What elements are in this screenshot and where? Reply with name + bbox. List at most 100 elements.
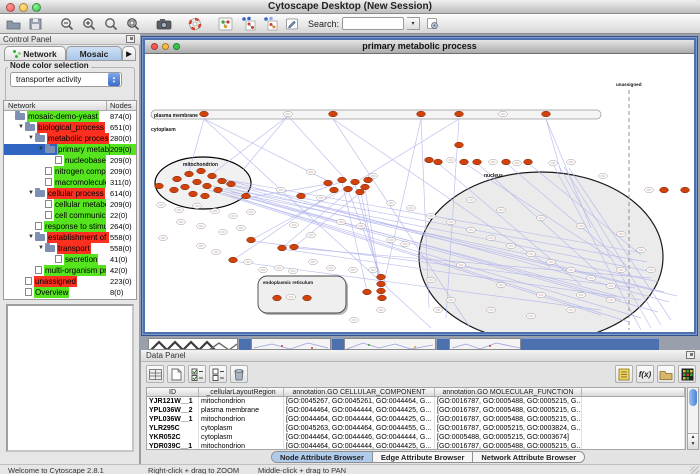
network-edge[interactable] [243, 116, 288, 170]
network-node-highlighted[interactable] [378, 295, 387, 301]
snapshot-camera-button[interactable] [154, 15, 173, 32]
network-node-highlighted[interactable] [181, 184, 190, 190]
table-cell[interactable]: YJR121W__1 [147, 397, 199, 406]
birds-eye-view[interactable] [6, 304, 134, 452]
table-cell[interactable] [582, 442, 685, 450]
network-node-highlighted[interactable] [155, 183, 164, 189]
network-tree-header[interactable]: Network Nodes [4, 101, 136, 111]
table-row[interactable]: YPL036W__1mitochondrion[GO:0044464, GO:0… [147, 415, 685, 424]
tree-row[interactable]: macromolecule metabolic process311(0) [4, 177, 136, 188]
table-cell[interactable] [582, 424, 685, 433]
tree-item-label[interactable]: transport [57, 243, 91, 254]
table-cell[interactable] [582, 406, 685, 415]
tab-node-attribute-browser[interactable]: Node Attribute Browser [272, 452, 373, 462]
network-node-highlighted[interactable] [189, 191, 198, 197]
tree-row[interactable]: Overview8(0) [4, 287, 136, 298]
network-node-highlighted[interactable] [324, 180, 333, 186]
table-cell[interactable]: [GO:0044464, GO:0044444, GO:0044425, G..… [284, 415, 435, 424]
annotation-button[interactable] [282, 15, 301, 32]
network-node-highlighted[interactable] [377, 274, 386, 280]
table-cell[interactable]: plasma membrane [199, 406, 284, 415]
tab-overflow-arrow[interactable]: ▶ [122, 46, 136, 61]
network-node-highlighted[interactable] [193, 179, 202, 185]
tree-row[interactable]: multi-organism process42(0) [4, 265, 136, 276]
table-cell[interactable]: mitochondrion [199, 442, 284, 450]
table-cell[interactable]: [GO:0044464, GO:0044444, GO:0044425, G..… [284, 406, 435, 415]
tree-row[interactable]: cell communication22(0) [4, 210, 136, 221]
search-input[interactable] [342, 17, 404, 30]
network-node-highlighted[interactable] [460, 159, 469, 165]
network-edge[interactable] [212, 116, 288, 174]
network-node-highlighted[interactable] [278, 245, 287, 251]
network-node-highlighted[interactable] [214, 187, 223, 193]
table-row[interactable]: YPL036W__2plasma membrane[GO:0044464, GO… [147, 406, 685, 415]
tree-item-label[interactable]: biological_process [37, 122, 105, 133]
table-cell[interactable]: YKR052C [147, 433, 199, 442]
table-cell[interactable]: cytoplasm [199, 424, 284, 433]
table-cell[interactable]: [GO:0016787, GO:0005488, GO:0005215, G..… [435, 397, 582, 406]
background-window-border[interactable] [521, 338, 659, 350]
scrollbar-thumb[interactable] [689, 389, 697, 406]
background-window-1[interactable] [148, 338, 238, 350]
network-node-highlighted[interactable] [203, 183, 212, 189]
tree-item-label[interactable]: primary metabolic process [57, 144, 109, 155]
layout-network-b-button[interactable] [260, 15, 279, 32]
network-node-highlighted[interactable] [473, 159, 482, 165]
tree-row[interactable]: ▼cellular process614(0) [4, 188, 136, 199]
table-cell[interactable]: [GO:0005488, GO:0005215, GO:0003674] [435, 433, 582, 442]
network-node-highlighted[interactable] [524, 159, 533, 165]
background-window-3[interactable] [344, 338, 436, 350]
network-node-highlighted[interactable] [330, 187, 339, 193]
tree-item-label[interactable]: multi-organism process [44, 265, 106, 276]
background-window-border[interactable] [437, 338, 449, 350]
network-node-highlighted[interactable] [361, 184, 370, 190]
network-node-highlighted[interactable] [502, 159, 511, 165]
table-cell[interactable] [582, 415, 685, 424]
zoom-selected-button[interactable] [101, 15, 120, 32]
tree-item-label[interactable]: response to stimulus [44, 221, 106, 232]
column-header[interactable]: annotation.GO CELLULAR_COMPONENT [284, 388, 435, 396]
network-node-highlighted[interactable] [344, 186, 353, 192]
table-cell[interactable] [582, 433, 685, 442]
network-overview-button[interactable] [216, 15, 235, 32]
network-node-highlighted[interactable] [364, 177, 373, 183]
search-dropdown-icon[interactable]: ▾ [407, 17, 420, 30]
tree-item-label[interactable]: macromolecule metabolic process [54, 177, 106, 188]
network-node-highlighted[interactable] [434, 159, 443, 165]
tree-row[interactable]: ▼metabolic process280(0) [4, 133, 136, 144]
table-cell[interactable]: cytoplasm [199, 433, 284, 442]
open-session-button[interactable] [4, 15, 23, 32]
network-node-highlighted[interactable] [173, 176, 182, 182]
tree-item-label[interactable]: metabolic process [47, 133, 109, 144]
network-node-highlighted[interactable] [242, 193, 251, 199]
network-node-highlighted[interactable] [290, 244, 299, 250]
network-edge[interactable] [355, 184, 381, 283]
network-node-highlighted[interactable] [303, 295, 312, 301]
delete-attribute-button[interactable] [230, 365, 248, 383]
layout-network-a-button[interactable] [238, 15, 257, 32]
table-scrollbar[interactable]: ▲▼ [687, 387, 699, 450]
table-row[interactable]: YLR295Ccytoplasm[GO:0045263, GO:0044464,… [147, 424, 685, 433]
network-node-highlighted[interactable] [356, 189, 365, 195]
new-attribute-button[interactable] [167, 365, 185, 383]
resize-grip[interactable] [690, 466, 699, 474]
network-node-highlighted[interactable] [197, 168, 206, 174]
expander-icon[interactable]: ▼ [27, 188, 35, 199]
network-node-highlighted[interactable] [273, 295, 282, 301]
table-cell[interactable]: [GO:0016787, GO:0005215, GO:0003824, G..… [435, 424, 582, 433]
tree-row[interactable]: mosaic-demo-yeast874(0) [4, 111, 136, 122]
network-node-highlighted[interactable] [363, 289, 372, 295]
expander-icon[interactable]: ▼ [27, 232, 35, 243]
tree-row[interactable]: unassigned223(0) [4, 276, 136, 287]
table-cell[interactable]: YPL036W__1 [147, 415, 199, 424]
network-node-highlighted[interactable] [377, 281, 386, 287]
network-view-frame[interactable]: primary metabolic process plasma membran… [141, 36, 698, 336]
tab-edge-attribute-browser[interactable]: Edge Attribute Browser [373, 452, 473, 462]
table-cell[interactable]: [GO:0016787, GO:0005488, GO:0005215, G..… [435, 442, 582, 450]
background-window-border[interactable] [332, 338, 344, 350]
column-header[interactable] [582, 388, 685, 396]
network-node-highlighted[interactable] [200, 111, 209, 117]
network-node-highlighted[interactable] [377, 288, 386, 294]
background-window-4[interactable] [449, 338, 521, 350]
network-node-highlighted[interactable] [329, 111, 338, 117]
